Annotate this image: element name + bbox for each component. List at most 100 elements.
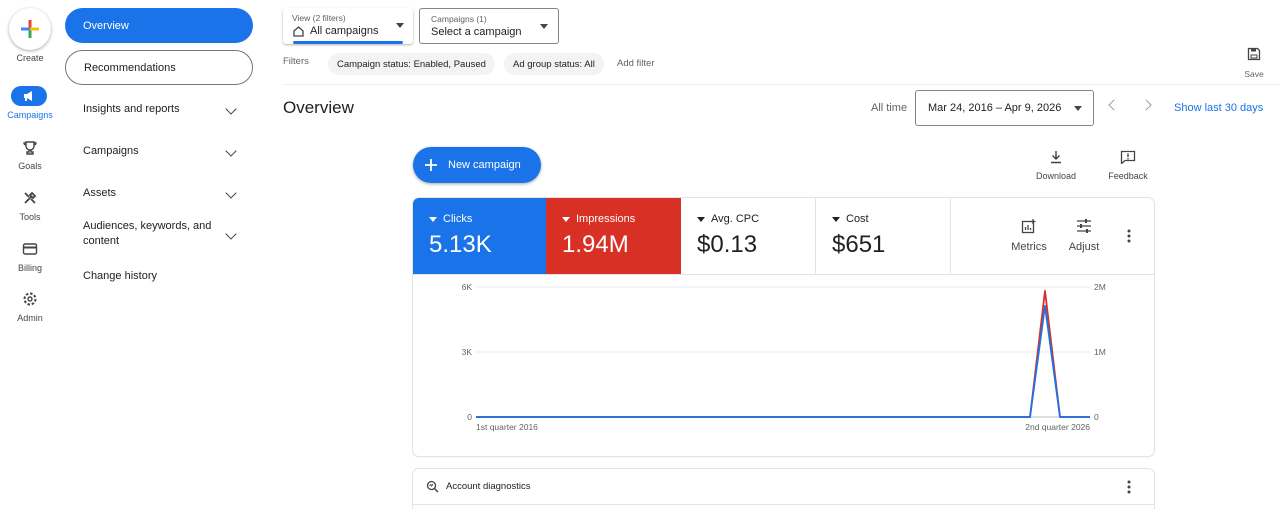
campaigns-rail-button[interactable] — [11, 86, 47, 106]
metric-value: $651 — [832, 231, 886, 258]
dropdown-caret-icon — [1074, 106, 1082, 111]
trophy-icon[interactable] — [18, 136, 42, 160]
nav-item-label: Overview — [83, 19, 129, 32]
nav-item-label-line2: content — [83, 235, 120, 247]
date-range-value: Mar 24, 2016 – Apr 9, 2026 — [928, 102, 1062, 114]
metric-label: Avg. CPC — [711, 213, 760, 225]
metric-value: 1.94M — [562, 231, 629, 258]
performance-card: Clicks 5.13K Impressions 1.94M Avg. CPC … — [413, 198, 1154, 456]
date-range-preset: All time — [871, 102, 908, 114]
more-vert-icon[interactable] — [1125, 479, 1133, 495]
metric-label: Cost — [846, 213, 869, 225]
sliders-icon — [1077, 219, 1091, 233]
metric-tile-avg-cpc[interactable]: Avg. CPC $0.13 — [681, 198, 816, 274]
chevron-right-icon[interactable] — [1140, 99, 1152, 111]
feedback-label: Feedback — [1108, 171, 1148, 181]
account-diagnostics-card: Account diagnostics — [413, 469, 1154, 509]
date-range-picker[interactable]: Mar 24, 2016 – Apr 9, 2026 — [915, 90, 1094, 126]
page-title: Overview — [283, 98, 354, 117]
chip-label: Campaign status: Enabled, Paused — [337, 58, 486, 70]
chip-label: Ad group status: All — [513, 58, 595, 70]
nav-item-campaigns[interactable]: Campaigns — [65, 133, 253, 168]
divider — [283, 84, 1280, 85]
nav-item-label: Recommendations — [84, 61, 176, 74]
divider — [413, 504, 1154, 505]
nav-item-label: Campaigns — [83, 144, 139, 157]
triangle-down-icon — [429, 216, 437, 222]
metric-label: Clicks — [443, 213, 473, 225]
search-diagnostics-icon — [426, 480, 439, 493]
view-selector[interactable]: View (2 filters) All campaigns — [283, 8, 413, 44]
chevron-down-icon — [225, 144, 237, 157]
metric-value: $0.13 — [697, 231, 758, 258]
tools-icon[interactable] — [18, 186, 42, 210]
series-line-clicks — [476, 304, 1090, 418]
plus-icon — [425, 159, 437, 171]
performance-chart: 0 0 3K 1M 6K 2M 1st quarter 2016 2nd quarter 20… — [462, 282, 1106, 432]
metrics-label: Metrics — [1011, 241, 1047, 253]
chevron-left-icon[interactable] — [1108, 99, 1120, 111]
download-button[interactable]: Download — [1030, 150, 1082, 181]
new-campaign-label: New campaign — [448, 159, 521, 171]
megaphone-icon — [24, 91, 32, 101]
nav-item-audiences[interactable]: Audiences, keywords, and content — [65, 216, 253, 252]
chevron-down-icon — [225, 102, 237, 115]
add-filter-button[interactable]: Add filter — [617, 58, 655, 69]
nav-item-overview[interactable]: Overview — [65, 8, 253, 43]
divider — [950, 198, 951, 274]
left-rail: Create Campaigns Goals Tools Billing Adm… — [0, 0, 60, 509]
tools-label: Tools — [19, 212, 41, 222]
nav-item-insights[interactable]: Insights and reports — [65, 91, 253, 126]
dropdown-caret-icon — [396, 23, 404, 28]
more-vert-icon[interactable] — [1125, 228, 1133, 244]
x-tick-label: 1st quarter 2016 — [476, 422, 538, 432]
home-icon — [293, 26, 304, 37]
metric-value: 5.13K — [429, 231, 492, 258]
nav-item-change-history[interactable]: Change history — [65, 258, 253, 293]
metric-tile-cost[interactable]: Cost $651 — [816, 198, 951, 274]
adjust-button[interactable]: Adjust — [1064, 218, 1104, 253]
campaign-selector[interactable]: Campaigns (1) Select a campaign — [419, 8, 559, 44]
billing-label: Billing — [17, 263, 42, 273]
view-selector-caption: View (2 filters) — [292, 13, 346, 23]
campaign-selector-value: Select a campaign — [431, 26, 522, 38]
metric-label: Impressions — [576, 213, 636, 225]
nav-item-label: Change history — [83, 269, 157, 282]
create-label: Create — [16, 53, 44, 63]
account-diagnostics-label: Account diagnostics — [446, 481, 531, 492]
dropdown-caret-icon — [540, 24, 548, 29]
show-last-30-days-link[interactable]: Show last 30 days — [1174, 102, 1263, 114]
metrics-button[interactable]: Metrics — [1009, 218, 1049, 253]
metric-tile-clicks[interactable]: Clicks 5.13K — [413, 198, 546, 274]
campaign-selector-caption: Campaigns (1) — [431, 14, 487, 24]
goals-label: Goals — [18, 161, 42, 171]
new-campaign-button[interactable]: New campaign — [413, 147, 541, 183]
nav-item-assets[interactable]: Assets — [65, 175, 253, 210]
metrics-chart-icon — [1021, 219, 1036, 234]
chevron-down-icon — [225, 228, 237, 240]
triangle-down-icon — [697, 216, 705, 222]
triangle-down-icon — [562, 216, 570, 222]
y-left-tick-label: 3K — [462, 347, 473, 357]
filter-chip-campaign-status[interactable]: Campaign status: Enabled, Paused — [328, 53, 495, 75]
view-selector-underline — [293, 41, 403, 44]
x-tick-label: 2nd quarter 2026 — [1025, 422, 1090, 432]
filters-label: Filters — [283, 56, 309, 67]
card-icon[interactable] — [18, 237, 42, 261]
filter-chip-ad-group-status[interactable]: Ad group status: All — [504, 53, 604, 75]
save-label: Save — [1244, 69, 1264, 79]
metric-tile-impressions[interactable]: Impressions 1.94M — [546, 198, 681, 274]
nav-item-label: Audiences, keywords, and content — [83, 219, 211, 249]
save-icon[interactable] — [1242, 47, 1266, 66]
download-icon — [1051, 151, 1061, 164]
feedback-button[interactable]: Feedback — [1102, 150, 1154, 181]
nav-item-label: Assets — [83, 186, 117, 199]
plus-icon — [21, 20, 39, 38]
y-right-tick-label: 0 — [1094, 412, 1099, 422]
create-button[interactable] — [9, 8, 51, 50]
chevron-down-icon — [225, 186, 237, 199]
nav-item-recommendations[interactable]: Recommendations — [65, 50, 253, 85]
y-left-tick-label: 0 — [467, 412, 472, 422]
campaigns-label: Campaigns — [7, 110, 53, 120]
gear-icon[interactable] — [18, 287, 42, 311]
